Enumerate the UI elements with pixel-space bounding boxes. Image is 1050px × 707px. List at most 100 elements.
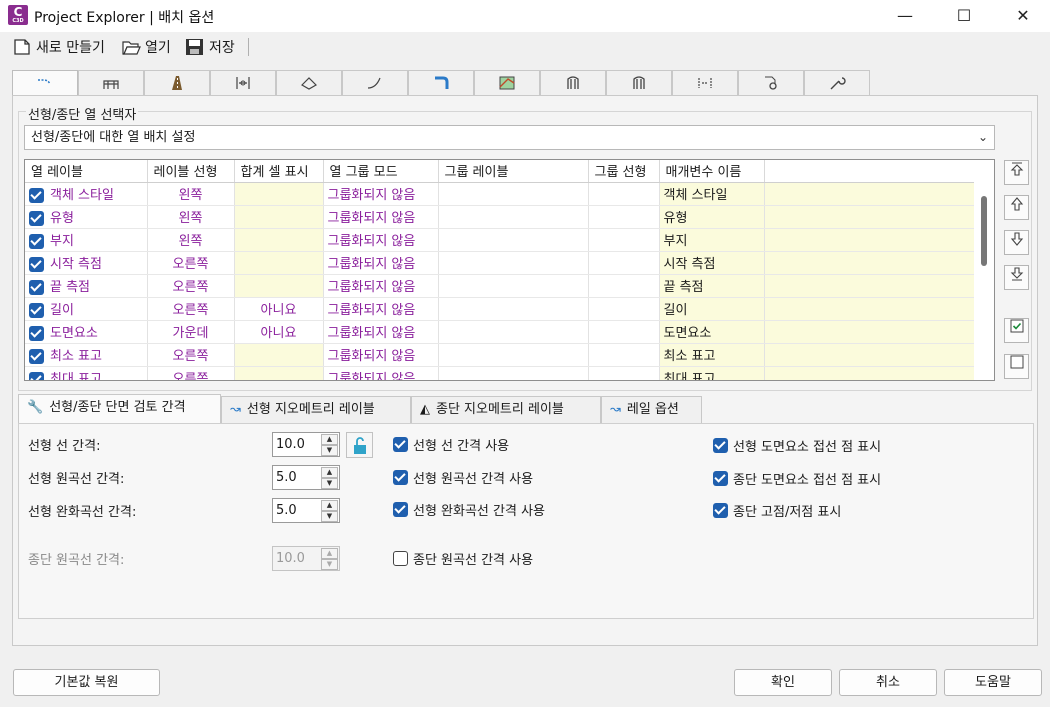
col-header[interactable]: 그룹 선형 xyxy=(588,160,660,183)
row-sum[interactable] xyxy=(234,228,324,252)
table-row[interactable]: 최대 표고 오른쪽 그룹화되지 않음 최대 표고 xyxy=(25,366,974,380)
row-group-align[interactable] xyxy=(588,297,660,321)
help-button[interactable]: 도움말 xyxy=(944,669,1042,696)
tab-corridor[interactable] xyxy=(474,70,540,96)
table-row[interactable]: 부지 왼쪽 그룹화되지 않음 부지 xyxy=(25,228,974,252)
row-group-label[interactable] xyxy=(438,297,589,321)
row-group-mode[interactable]: 그룹화되지 않음 xyxy=(323,343,439,367)
row-align[interactable]: 오른쪽 xyxy=(147,251,235,275)
tab-surface[interactable] xyxy=(276,70,342,96)
row-group-align[interactable] xyxy=(588,251,660,275)
checkbox[interactable] xyxy=(29,372,44,380)
row-group-mode[interactable]: 그룹화되지 않음 xyxy=(323,228,439,252)
save-button[interactable]: 저장 xyxy=(185,36,235,58)
row-group-label[interactable] xyxy=(438,343,589,367)
row-group-label[interactable] xyxy=(438,251,589,275)
row-group-mode[interactable]: 그룹화되지 않음 xyxy=(323,320,439,344)
table-row[interactable]: 도면요소 가운데 아니요 그룹화되지 않음 도면요소 xyxy=(25,320,974,344)
row-group-label[interactable] xyxy=(438,182,589,206)
table-row[interactable]: 끝 측점 오른쪽 그룹화되지 않음 끝 측점 xyxy=(25,274,974,298)
row-group-label[interactable] xyxy=(438,320,589,344)
row-align[interactable]: 오른쪽 xyxy=(147,274,235,298)
spin-up-icon[interactable]: ▲ xyxy=(321,434,338,445)
tab-rail-options[interactable]: ↝ 레일 옵션 xyxy=(601,396,702,423)
row-align[interactable]: 왼쪽 xyxy=(147,205,235,229)
row-sum[interactable] xyxy=(234,182,324,206)
row-align[interactable]: 오른쪽 xyxy=(147,343,235,367)
row-sum[interactable] xyxy=(234,366,324,380)
checkbox-box[interactable] xyxy=(713,503,728,518)
spin-down-icon[interactable]: ▼ xyxy=(321,511,338,522)
tab-road[interactable] xyxy=(144,70,210,96)
row-group-align[interactable] xyxy=(588,366,660,380)
col-header[interactable]: 열 그룹 모드 xyxy=(323,160,439,183)
checkbox[interactable] xyxy=(29,234,44,249)
row-sum[interactable]: 아니요 xyxy=(234,320,324,344)
checkbox[interactable] xyxy=(29,326,44,341)
row-align[interactable]: 오른쪽 xyxy=(147,297,235,321)
show-align-tangent-checkbox[interactable]: 선형 도면요소 접선 점 표시 xyxy=(713,436,881,455)
lock-button[interactable] xyxy=(346,432,373,458)
row-group-label[interactable] xyxy=(438,228,589,252)
layout-combo[interactable]: 선형/종단에 대한 열 배치 설정 ⌄ xyxy=(24,125,995,150)
tab-alignment-labels[interactable]: ↝ 선형 지오메트리 레이블 xyxy=(221,396,411,423)
show-high-low-checkbox[interactable]: 종단 고점/저점 표시 xyxy=(713,501,841,520)
row-align[interactable]: 왼쪽 xyxy=(147,228,235,252)
checkbox[interactable] xyxy=(29,188,44,203)
col-header[interactable]: 열 레이블 xyxy=(25,160,148,183)
row-group-label[interactable] xyxy=(438,274,589,298)
row-group-label[interactable] xyxy=(438,205,589,229)
tab-rail2[interactable] xyxy=(606,70,672,96)
close-icon[interactable]: ✕ xyxy=(1000,0,1046,32)
move-top-button[interactable] xyxy=(1004,160,1029,185)
spin-up-icon[interactable]: ▲ xyxy=(321,500,338,511)
row-sum[interactable] xyxy=(234,343,324,367)
row-group-mode[interactable]: 그룹화되지 않음 xyxy=(323,274,439,298)
new-button[interactable]: 새로 만들기 xyxy=(12,36,105,58)
checkbox[interactable] xyxy=(29,280,44,295)
ok-button[interactable]: 확인 xyxy=(734,669,832,696)
spin-up-icon[interactable]: ▲ xyxy=(321,467,338,478)
col-header[interactable]: 그룹 레이블 xyxy=(438,160,589,183)
use-align-curve-checkbox[interactable]: 선형 원곡선 간격 사용 xyxy=(393,468,533,487)
table-row[interactable]: 길이 오른쪽 아니요 그룹화되지 않음 길이 xyxy=(25,297,974,321)
spin-down-icon[interactable]: ▼ xyxy=(321,478,338,489)
show-profile-tangent-checkbox[interactable]: 종단 도면요소 접선 점 표시 xyxy=(713,469,881,488)
checkbox-box[interactable] xyxy=(393,502,408,517)
table-row[interactable]: 시작 측점 오른쪽 그룹화되지 않음 시작 측점 xyxy=(25,251,974,275)
spin-down-icon[interactable]: ▼ xyxy=(321,445,338,456)
tab-rail[interactable] xyxy=(540,70,606,96)
align-line-spinner[interactable]: 10.0 ▲ ▼ xyxy=(272,432,340,457)
checkbox[interactable] xyxy=(29,211,44,226)
tab-pipe[interactable] xyxy=(408,70,474,96)
tab-sampling-intervals[interactable]: 🔧 선형/종단 단면 검토 간격 xyxy=(18,394,221,424)
col-header[interactable]: 레이블 선형 xyxy=(147,160,235,183)
maximize-icon[interactable]: ☐ xyxy=(941,0,987,32)
row-align[interactable]: 오른쪽 xyxy=(147,366,235,380)
use-align-spiral-checkbox[interactable]: 선형 완화곡선 간격 사용 xyxy=(393,500,545,519)
row-group-mode[interactable]: 그룹화되지 않음 xyxy=(323,205,439,229)
restore-defaults-button[interactable]: 기본값 복원 xyxy=(13,669,160,696)
checkbox[interactable] xyxy=(29,349,44,364)
grid-scrollbar[interactable] xyxy=(981,196,987,266)
checkbox[interactable] xyxy=(29,303,44,318)
tab-alignment[interactable] xyxy=(12,70,78,97)
row-group-mode[interactable]: 그룹화되지 않음 xyxy=(323,251,439,275)
row-group-align[interactable] xyxy=(588,343,660,367)
row-align[interactable]: 가운데 xyxy=(147,320,235,344)
row-group-align[interactable] xyxy=(588,182,660,206)
row-align[interactable]: 왼쪽 xyxy=(147,182,235,206)
tab-profile-labels[interactable]: ◭ 종단 지오메트리 레이블 xyxy=(411,396,601,423)
tab-axis[interactable] xyxy=(210,70,276,96)
tab-wrench[interactable] xyxy=(804,70,870,96)
checkbox-box[interactable] xyxy=(393,551,408,566)
move-up-button[interactable] xyxy=(1004,195,1029,220)
row-sum[interactable]: 아니요 xyxy=(234,297,324,321)
use-profile-curve-checkbox[interactable]: 종단 원곡선 간격 사용 xyxy=(393,549,533,568)
tab-profile[interactable] xyxy=(342,70,408,96)
uncheck-all-button[interactable] xyxy=(1004,354,1029,379)
tab-measure[interactable] xyxy=(672,70,738,96)
checkbox[interactable] xyxy=(29,257,44,272)
use-align-line-checkbox[interactable]: 선형 선 간격 사용 xyxy=(393,435,509,454)
checkbox-box[interactable] xyxy=(393,437,408,452)
